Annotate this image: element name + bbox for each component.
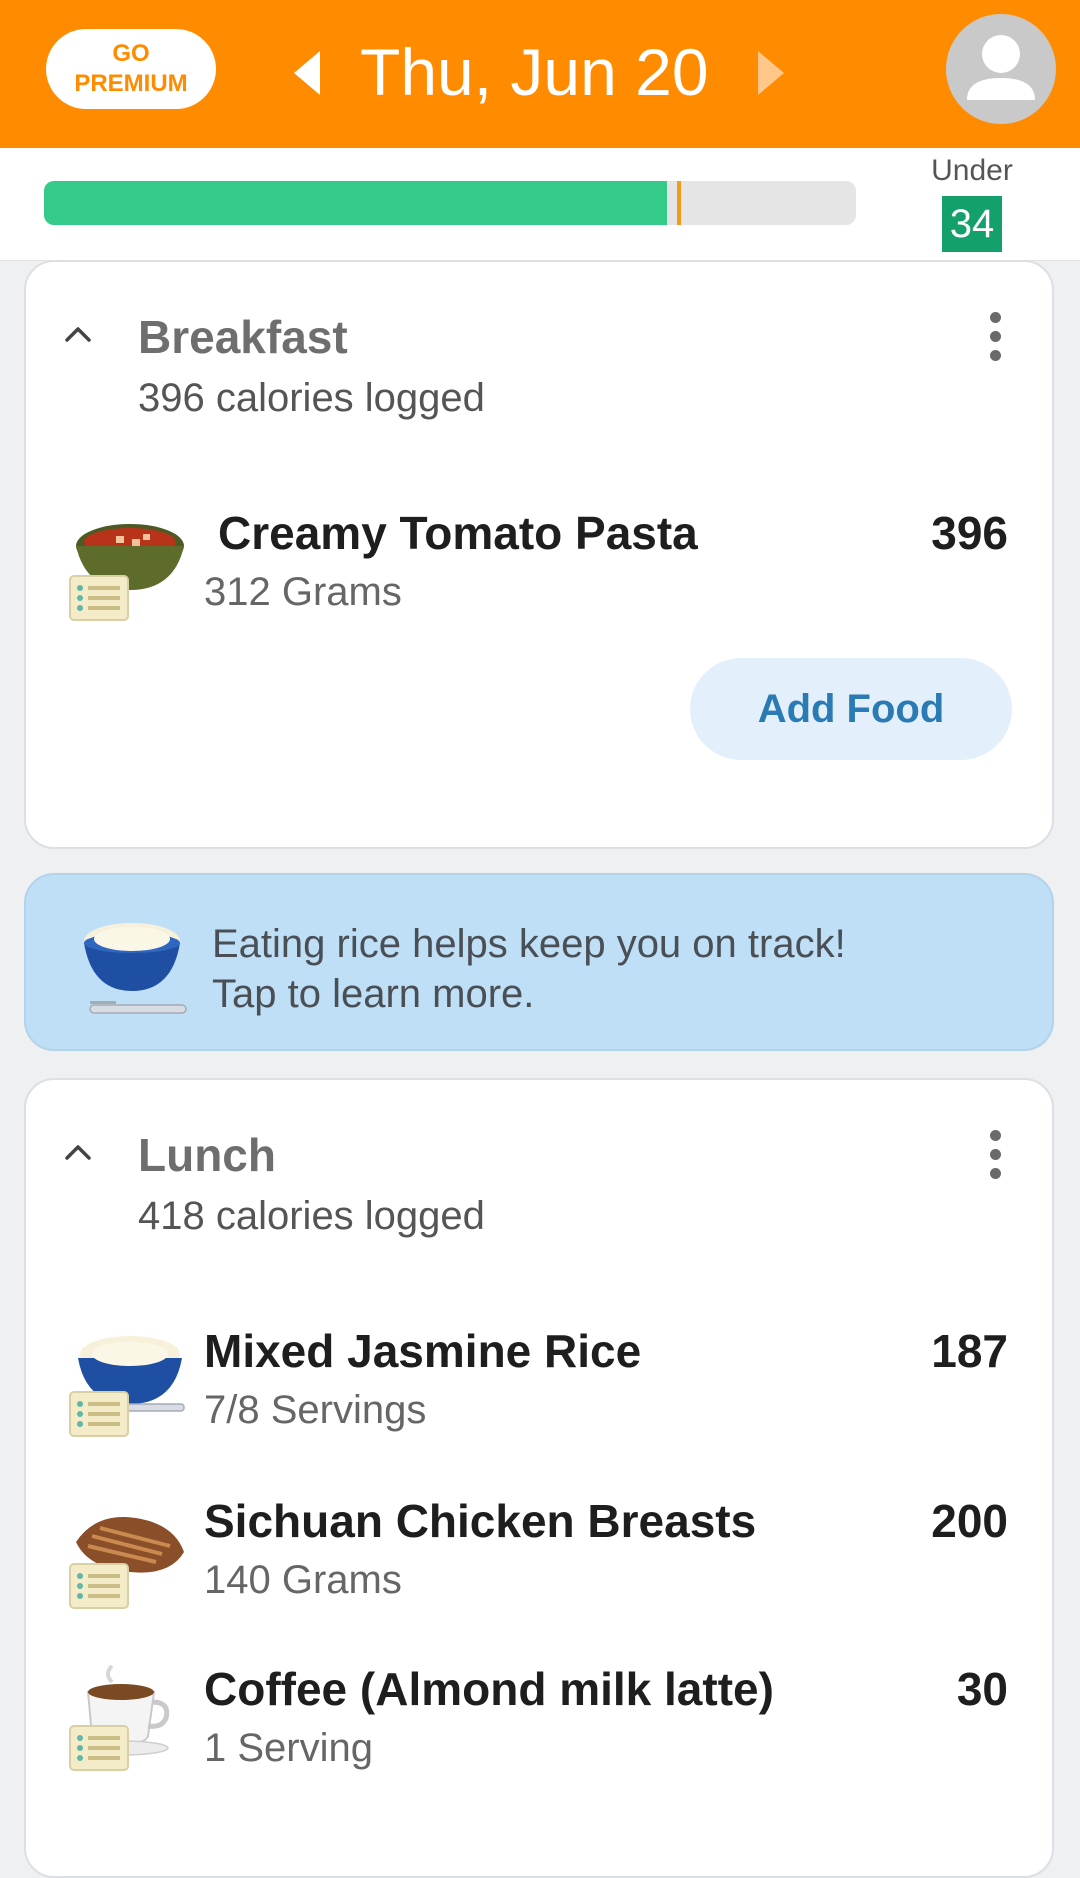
progress-fill <box>44 181 667 225</box>
go-premium-button[interactable]: GO PREMIUM <box>46 29 216 109</box>
tip-text: Eating rice helps keep you on track! Tap… <box>212 919 846 1019</box>
coffee-cup-icon <box>69 1664 170 1771</box>
previous-day-icon[interactable] <box>294 51 320 95</box>
premium-label-line1: GO <box>112 40 150 67</box>
more-options-icon[interactable] <box>990 312 1002 369</box>
tomato-soup-icon <box>69 524 184 621</box>
meal-calories-logged: 396 calories logged <box>138 376 485 420</box>
food-amount: 312 Grams <box>204 570 402 614</box>
food-name: Mixed Jasmine Rice <box>204 1325 642 1377</box>
remaining-calories-badge: 34 <box>942 196 1002 252</box>
premium-label-line2: PREMIUM <box>74 70 188 97</box>
rice-bowl-icon <box>69 1336 185 1437</box>
food-calories: 187 <box>931 1325 1008 1377</box>
food-name: Sichuan Chicken Breasts <box>204 1495 757 1547</box>
tip-line-2: Tap to learn more. <box>212 972 535 1016</box>
profile-avatar-icon[interactable] <box>946 14 1056 124</box>
food-calories: 30 <box>956 1663 1008 1715</box>
breakfast-card: Breakfast 396 calories logged Creamy Tom… <box>24 260 1054 849</box>
food-amount: 140 Grams <box>204 1558 402 1602</box>
collapse-chevron-icon[interactable] <box>64 1138 92 1166</box>
food-amount: 1 Serving <box>204 1726 373 1770</box>
meal-title: Lunch <box>138 1129 276 1181</box>
tip-line-1: Eating rice helps keep you on track! <box>212 922 846 966</box>
food-amount: 7/8 Servings <box>204 1388 427 1432</box>
date-title[interactable]: Thu, Jun 20 <box>360 30 709 114</box>
food-calories: 396 <box>931 507 1008 559</box>
top-bar: GO PREMIUM Thu, Jun 20 <box>0 0 1080 148</box>
calorie-budget-bar[interactable]: Under 34 <box>0 148 1080 261</box>
meal-calories-logged: 418 calories logged <box>138 1194 485 1238</box>
more-options-icon[interactable] <box>990 1130 1002 1187</box>
budget-status-label: Under <box>931 154 1013 187</box>
rice-tip-banner[interactable]: Eating rice helps keep you on track! Tap… <box>24 873 1054 1051</box>
food-name: Creamy Tomato Pasta <box>218 507 698 559</box>
food-calories: 200 <box>931 1495 1008 1547</box>
collapse-chevron-icon[interactable] <box>64 320 92 348</box>
progress-marker <box>677 181 681 225</box>
food-name: Coffee (Almond milk latte) <box>204 1663 774 1715</box>
chicken-breast-icon <box>69 1517 184 1609</box>
lunch-card: Lunch 418 calories logged Mixed Jasmine … <box>24 1078 1054 1878</box>
meal-title: Breakfast <box>138 311 348 363</box>
rice-bowl-icon <box>84 923 187 1014</box>
next-day-icon[interactable] <box>758 51 784 95</box>
progress-track <box>44 181 856 225</box>
add-food-button[interactable]: Add Food <box>690 658 1012 760</box>
